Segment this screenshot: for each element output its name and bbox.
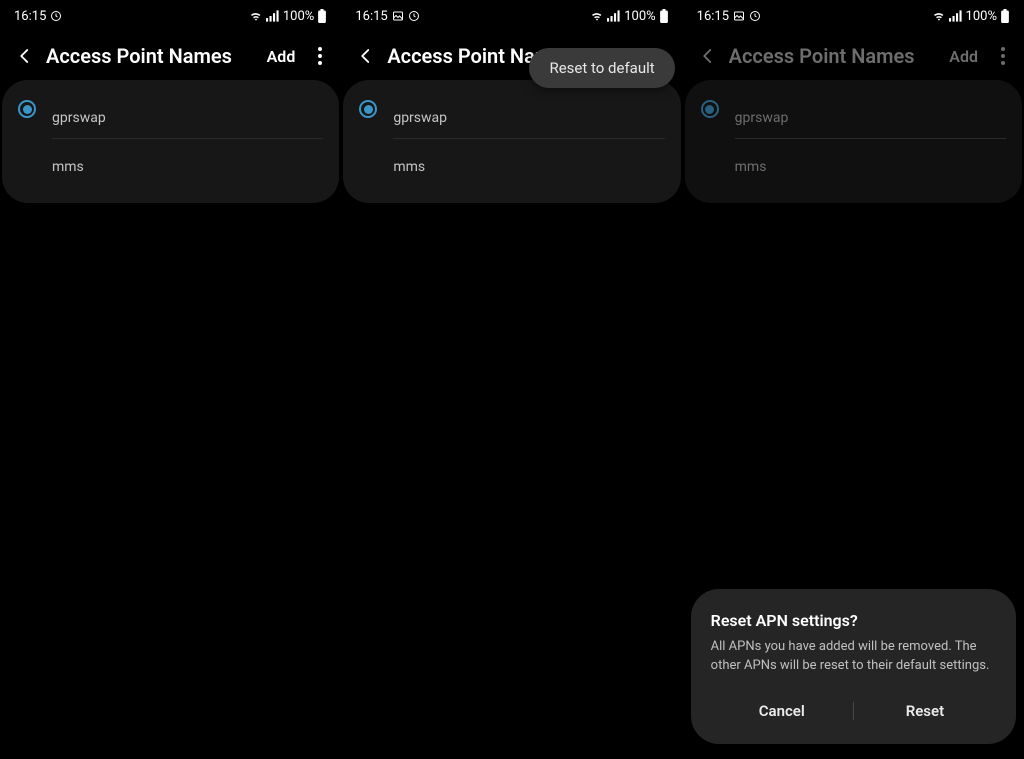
- apn-item[interactable]: mms: [359, 139, 664, 185]
- status-time: 16:15: [14, 9, 46, 24]
- apn-name: gprswap: [393, 98, 664, 136]
- image-icon: [392, 10, 404, 22]
- status-bar: 16:15 100%: [341, 0, 682, 32]
- status-bar: 16:15 100%: [0, 0, 341, 32]
- page-title: Access Point Names: [729, 44, 940, 68]
- cancel-button[interactable]: Cancel: [711, 696, 853, 726]
- clock-icon: [408, 10, 420, 22]
- apn-list-card: gprswap mms: [343, 80, 680, 203]
- dialog-title: Reset APN settings?: [711, 611, 996, 630]
- status-time: 16:15: [697, 9, 729, 24]
- battery-icon: [659, 9, 669, 23]
- status-time: 16:15: [355, 9, 387, 24]
- radio-placeholder: [18, 149, 36, 167]
- apn-item: gprswap: [701, 90, 1006, 139]
- radio-selected-icon: [701, 100, 719, 118]
- menu-item-reset-default[interactable]: Reset to default: [549, 59, 654, 77]
- radio-selected-icon[interactable]: [18, 100, 36, 118]
- apn-item[interactable]: gprswap: [359, 90, 664, 139]
- status-bar: 16:15 100%: [683, 0, 1024, 32]
- status-battery-text: 100%: [966, 9, 997, 24]
- apn-item[interactable]: gprswap: [18, 90, 323, 139]
- reset-button[interactable]: Reset: [854, 696, 996, 726]
- apn-name: mms: [735, 147, 1006, 185]
- phone-screen-1: 16:15 100% Access Point Names Add: [0, 0, 341, 759]
- radio-placeholder: [359, 149, 377, 167]
- signal-icon: [607, 10, 621, 22]
- radio-selected-icon[interactable]: [359, 100, 377, 118]
- dialog-body: All APNs you have added will be removed.…: [711, 638, 996, 676]
- apn-item: mms: [701, 139, 1006, 185]
- wifi-icon: [249, 10, 263, 22]
- add-button: Add: [949, 47, 978, 66]
- status-battery-text: 100%: [624, 9, 655, 24]
- back-button[interactable]: [355, 42, 377, 70]
- clock-icon: [50, 10, 62, 22]
- confirm-dialog: Reset APN settings? All APNs you have ad…: [691, 589, 1016, 744]
- apn-list-card: gprswap mms: [685, 80, 1022, 203]
- overflow-menu: Reset to default: [529, 48, 674, 88]
- page-title: Access Point Names: [46, 44, 257, 68]
- phone-screen-2: 16:15 100% Access Point Nam: [341, 0, 682, 759]
- more-options-button[interactable]: [311, 47, 329, 65]
- apn-list-card: gprswap mms: [2, 80, 339, 203]
- back-button: [697, 42, 719, 70]
- add-button[interactable]: Add: [267, 47, 296, 66]
- more-options-button: [994, 47, 1012, 65]
- dialog-actions: Cancel Reset: [711, 696, 996, 726]
- header: Access Point Names Add: [0, 32, 341, 80]
- clock-icon: [749, 10, 761, 22]
- status-battery-text: 100%: [283, 9, 314, 24]
- image-icon: [733, 10, 745, 22]
- apn-name: gprswap: [735, 98, 1006, 136]
- wifi-icon: [932, 10, 946, 22]
- divider: [52, 138, 323, 139]
- header: Access Point Names Add: [683, 32, 1024, 80]
- apn-name: mms: [393, 147, 664, 185]
- battery-icon: [317, 9, 327, 23]
- apn-item[interactable]: mms: [18, 139, 323, 185]
- signal-icon: [949, 10, 963, 22]
- signal-icon: [266, 10, 280, 22]
- apn-name: gprswap: [52, 98, 323, 136]
- back-button[interactable]: [14, 42, 36, 70]
- apn-name: mms: [52, 147, 323, 185]
- phone-screen-3: 16:15 100% Access Point Names Add: [683, 0, 1024, 759]
- wifi-icon: [590, 10, 604, 22]
- radio-placeholder: [701, 149, 719, 167]
- divider: [393, 138, 664, 139]
- battery-icon: [1000, 9, 1010, 23]
- divider: [735, 138, 1006, 139]
